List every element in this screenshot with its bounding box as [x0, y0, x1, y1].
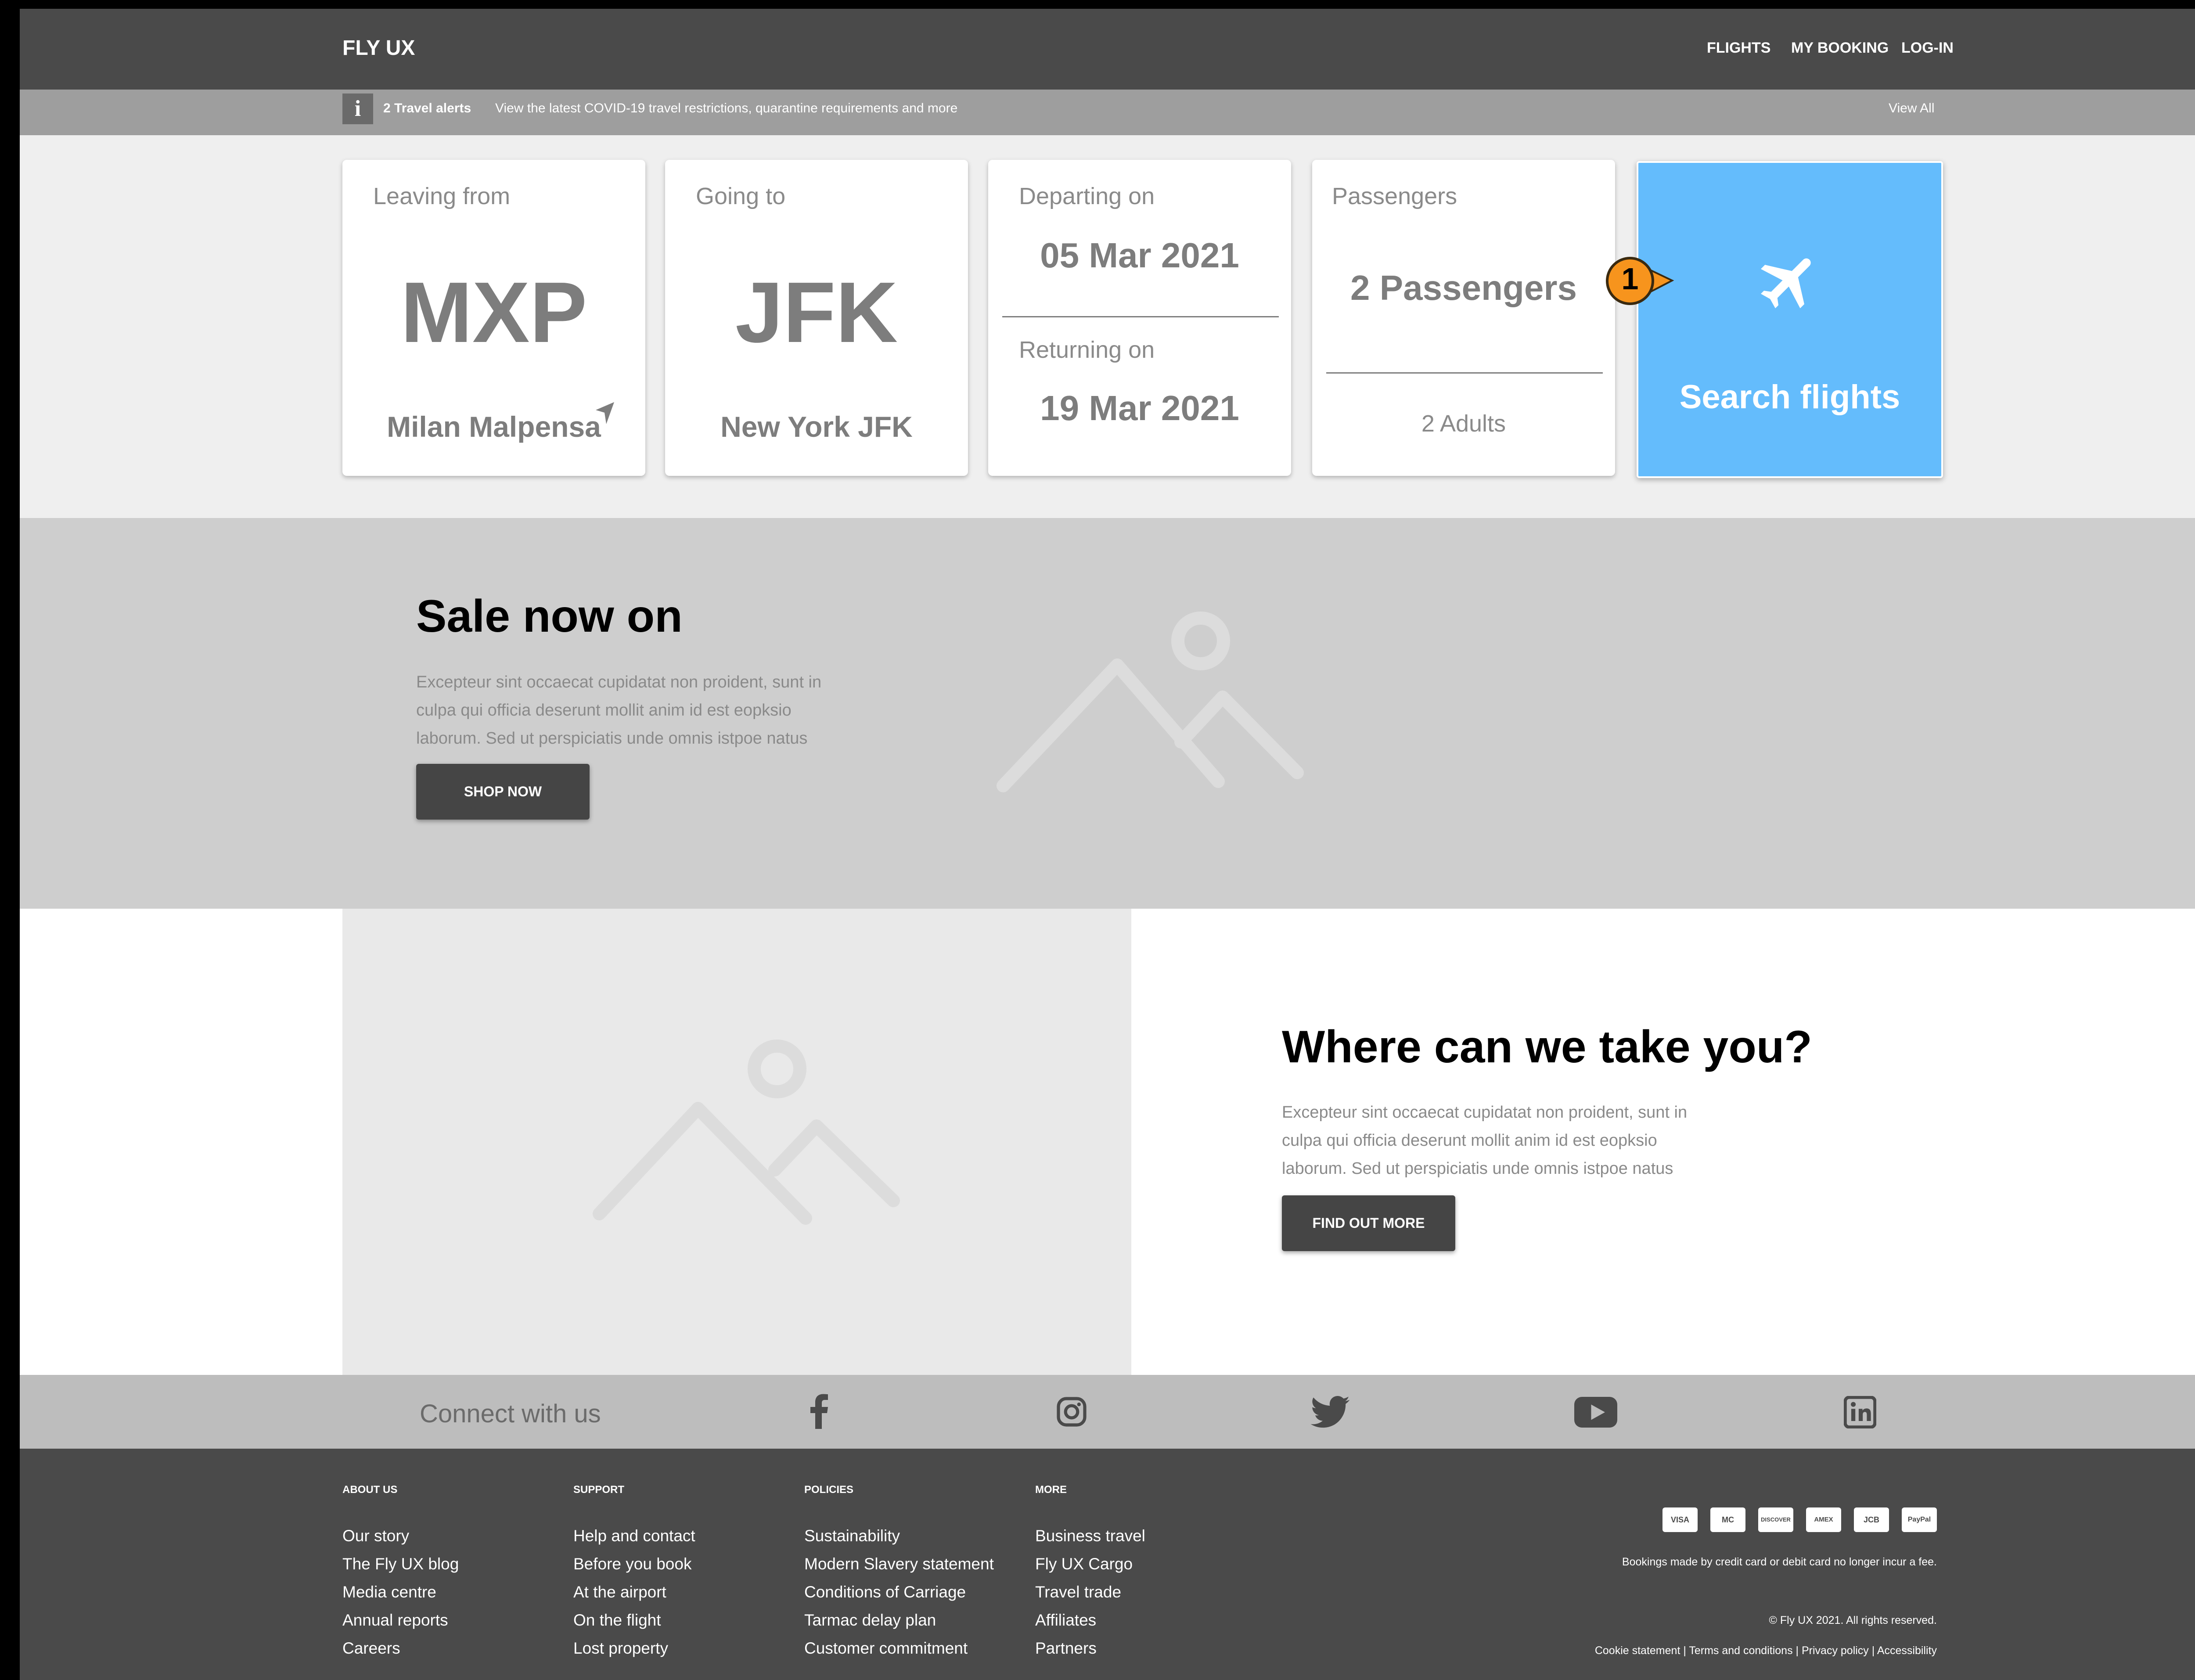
footer-link[interactable]: Sustainability	[804, 1527, 900, 1545]
return-date[interactable]: 19 Mar 2021	[988, 388, 1291, 428]
passengers-divider	[1326, 372, 1603, 374]
going-to-caption: Going to	[696, 183, 786, 209]
find-out-more-button[interactable]: FIND OUT MORE	[1282, 1195, 1455, 1251]
shop-now-button[interactable]: SHOP NOW	[416, 764, 590, 820]
image-placeholder-icon	[997, 612, 1304, 792]
footer-link[interactable]: Affiliates	[1035, 1611, 1096, 1630]
youtube-icon[interactable]	[1574, 1397, 1618, 1428]
legal-separator: |	[1683, 1644, 1686, 1657]
destination-city: New York JFK	[720, 410, 913, 443]
legal-separator: |	[1796, 1644, 1799, 1657]
footer-link[interactable]: Media centre	[342, 1583, 436, 1601]
brand-logo[interactable]: FLY UX	[342, 36, 415, 60]
departing-caption: Departing on	[1019, 183, 1155, 209]
sale-title: Sale now on	[416, 591, 683, 642]
footer-heading-support: SUPPORT	[573, 1484, 625, 1496]
footer-heading-more: MORE	[1035, 1484, 1067, 1496]
footer-heading-policies: POLICIES	[804, 1484, 854, 1496]
returning-caption: Returning on	[1019, 337, 1155, 363]
footer-link[interactable]: Tarmac delay plan	[804, 1611, 936, 1630]
nav-flights[interactable]: FLIGHTS	[1707, 40, 1770, 57]
info-icon: i	[342, 94, 373, 124]
paypal-icon: PayPal	[1902, 1507, 1937, 1532]
copyright: © Fly UX 2021. All rights reserved.	[1769, 1614, 1937, 1626]
terms-link[interactable]: Terms and conditions	[1689, 1644, 1792, 1657]
linkedin-icon[interactable]	[1844, 1396, 1876, 1428]
footer-link[interactable]: At the airport	[573, 1583, 666, 1601]
passenger-count: 2 Passengers	[1350, 268, 1577, 307]
location-arrow-icon	[596, 402, 614, 424]
leaving-from-caption: Leaving from	[373, 183, 511, 209]
footer-link[interactable]: Customer commitment	[804, 1639, 968, 1658]
legal-separator: |	[1871, 1644, 1875, 1657]
footer-link[interactable]: The Fly UX blog	[342, 1555, 459, 1573]
page: FLY UX FLIGHTS MY BOOKING LOG-IN i 2 Tra…	[20, 9, 2195, 1680]
view-all-link[interactable]: View All	[1889, 101, 1935, 116]
twitter-icon[interactable]	[1310, 1396, 1350, 1428]
airplane-icon	[1761, 258, 1811, 309]
footer-heading-about: ABOUT US	[342, 1484, 398, 1496]
footer-link[interactable]: Careers	[342, 1639, 400, 1658]
search-flights-button[interactable]: Search flights	[1637, 161, 1943, 478]
footer-link[interactable]: Modern Slavery statement	[804, 1555, 994, 1573]
connect-label: Connect with us	[420, 1399, 601, 1428]
legal-links: Cookie statement | Terms and conditions …	[1595, 1644, 1937, 1657]
amex-card-icon: AMEX	[1806, 1507, 1841, 1532]
where-title: Where can we take you?	[1282, 1022, 1812, 1072]
where-description: Excepteur sint occaecat cupidatat non pr…	[1282, 1103, 1688, 1178]
footer-link[interactable]: Partners	[1035, 1639, 1097, 1658]
screenshot-frame: FLY UX FLIGHTS MY BOOKING LOG-IN i 2 Tra…	[0, 0, 2195, 1680]
cookie-statement-link[interactable]: Cookie statement	[1595, 1644, 1680, 1657]
nav-login[interactable]: LOG-IN	[1901, 40, 1954, 57]
destination-airport-code: JFK	[735, 264, 898, 360]
departure-date[interactable]: 05 Mar 2021	[988, 235, 1291, 276]
footer-link[interactable]: Travel trade	[1035, 1583, 1121, 1601]
footer-link[interactable]: Help and contact	[573, 1527, 695, 1545]
privacy-policy-link[interactable]: Privacy policy	[1802, 1644, 1869, 1657]
leaving-from-card[interactable]: Leaving from MXP Milan Malpensa	[342, 160, 645, 476]
mastercard-icon: MC	[1710, 1507, 1745, 1532]
footer-link[interactable]: Before you book	[573, 1555, 691, 1573]
passengers-card[interactable]: Passengers 2 Passengers 2 Adults	[1312, 160, 1615, 476]
image-placeholder-icon	[593, 1040, 900, 1225]
travel-alert-message: View the latest COVID-19 travel restrict…	[495, 101, 958, 115]
annotation-number: 1	[1621, 262, 1639, 296]
footer-link[interactable]: On the flight	[573, 1611, 661, 1630]
jcb-card-icon: JCB	[1854, 1507, 1889, 1532]
nav-my-booking[interactable]: MY BOOKING	[1791, 40, 1889, 57]
footer-link[interactable]: Annual reports	[342, 1611, 448, 1630]
dates-card[interactable]: Departing on 05 Mar 2021 Returning on 19…	[988, 160, 1291, 476]
footer-link[interactable]: Our story	[342, 1527, 409, 1545]
visa-card-icon: VISA	[1662, 1507, 1698, 1532]
footer-link[interactable]: Lost property	[573, 1639, 668, 1658]
footer-link[interactable]: Business travel	[1035, 1527, 1145, 1545]
footer-link[interactable]: Conditions of Carriage	[804, 1583, 966, 1601]
accessibility-link[interactable]: Accessibility	[1877, 1644, 1937, 1657]
instagram-icon[interactable]	[1056, 1396, 1087, 1428]
facebook-icon[interactable]	[808, 1394, 831, 1429]
dates-divider	[1002, 316, 1279, 317]
discover-card-icon: DISCOVER	[1758, 1507, 1793, 1532]
passengers-caption: Passengers	[1332, 183, 1457, 209]
origin-airport-code: MXP	[400, 264, 587, 360]
going-to-card[interactable]: Going to JFK New York JFK	[665, 160, 968, 476]
passenger-breakdown: 2 Adults	[1421, 410, 1506, 437]
search-flights-label: Search flights	[1679, 378, 1900, 416]
travel-alert-count: 2 Travel alerts	[383, 101, 471, 115]
sale-description: Excepteur sint occaecat cupidatat non pr…	[416, 673, 822, 748]
footer-link[interactable]: Fly UX Cargo	[1035, 1555, 1133, 1573]
payment-note: Bookings made by credit card or debit ca…	[1622, 1556, 1937, 1568]
